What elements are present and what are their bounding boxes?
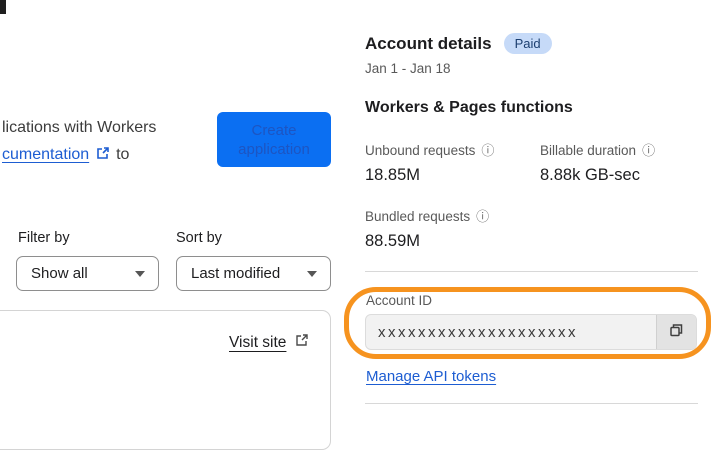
sort-dropdown[interactable]: Last modified <box>176 256 331 291</box>
stat-unbound-requests: Unbound requests ⓘ 18.85M <box>365 143 494 185</box>
external-link-icon <box>96 142 110 169</box>
filter-dropdown-value: Show all <box>31 265 88 282</box>
paid-plan-badge: Paid <box>503 33 552 54</box>
divider <box>365 271 698 272</box>
page-title: Account details <box>365 33 492 53</box>
stat-value: 8.88k GB-sec <box>540 166 640 184</box>
chevron-down-icon <box>135 270 145 277</box>
copy-icon <box>668 322 685 342</box>
external-link-icon <box>295 333 309 352</box>
stat-label: Bundled requests <box>365 209 471 224</box>
info-icon[interactable]: ⓘ <box>481 144 494 157</box>
copy-button[interactable] <box>656 315 696 349</box>
intro-line-1: lications with Workers <box>2 119 157 136</box>
create-application-button[interactable]: Create application <box>217 112 331 167</box>
chevron-down-icon <box>307 270 317 277</box>
cropped-edge-element <box>0 0 6 14</box>
info-icon[interactable]: ⓘ <box>476 210 489 223</box>
filter-by-label: Filter by <box>18 230 70 246</box>
stat-billable-duration: Billable duration ⓘ 8.88k GB-sec <box>540 143 655 185</box>
date-range: Jan 1 - Jan 18 <box>365 61 451 76</box>
stat-label: Billable duration <box>540 143 637 158</box>
visit-site-link[interactable]: Visit site <box>229 333 311 352</box>
functions-section-title: Workers & Pages functions <box>365 99 573 116</box>
intro-after-link: to <box>116 146 130 163</box>
account-id-label: Account ID <box>366 293 433 308</box>
intro-text: lications with Workers cumentation to <box>2 114 156 169</box>
sort-dropdown-value: Last modified <box>191 265 281 282</box>
stat-label: Unbound requests <box>365 143 476 158</box>
stat-bundled-requests: Bundled requests ⓘ 88.59M <box>365 209 489 251</box>
stat-value: 88.59M <box>365 232 421 250</box>
account-id-field-group <box>365 314 697 350</box>
project-card <box>0 310 331 450</box>
account-id-input[interactable] <box>366 315 656 349</box>
sort-by-label: Sort by <box>176 230 222 246</box>
intro-line-2: cumentation to <box>2 141 156 169</box>
stat-value: 18.85M <box>365 166 421 184</box>
filter-dropdown[interactable]: Show all <box>16 256 159 291</box>
manage-api-tokens-link[interactable]: Manage API tokens <box>366 368 496 385</box>
divider <box>365 403 698 404</box>
documentation-link[interactable]: cumentation <box>2 146 112 163</box>
info-icon[interactable]: ⓘ <box>642 144 655 157</box>
account-details-header: Account details Paid <box>365 33 552 54</box>
